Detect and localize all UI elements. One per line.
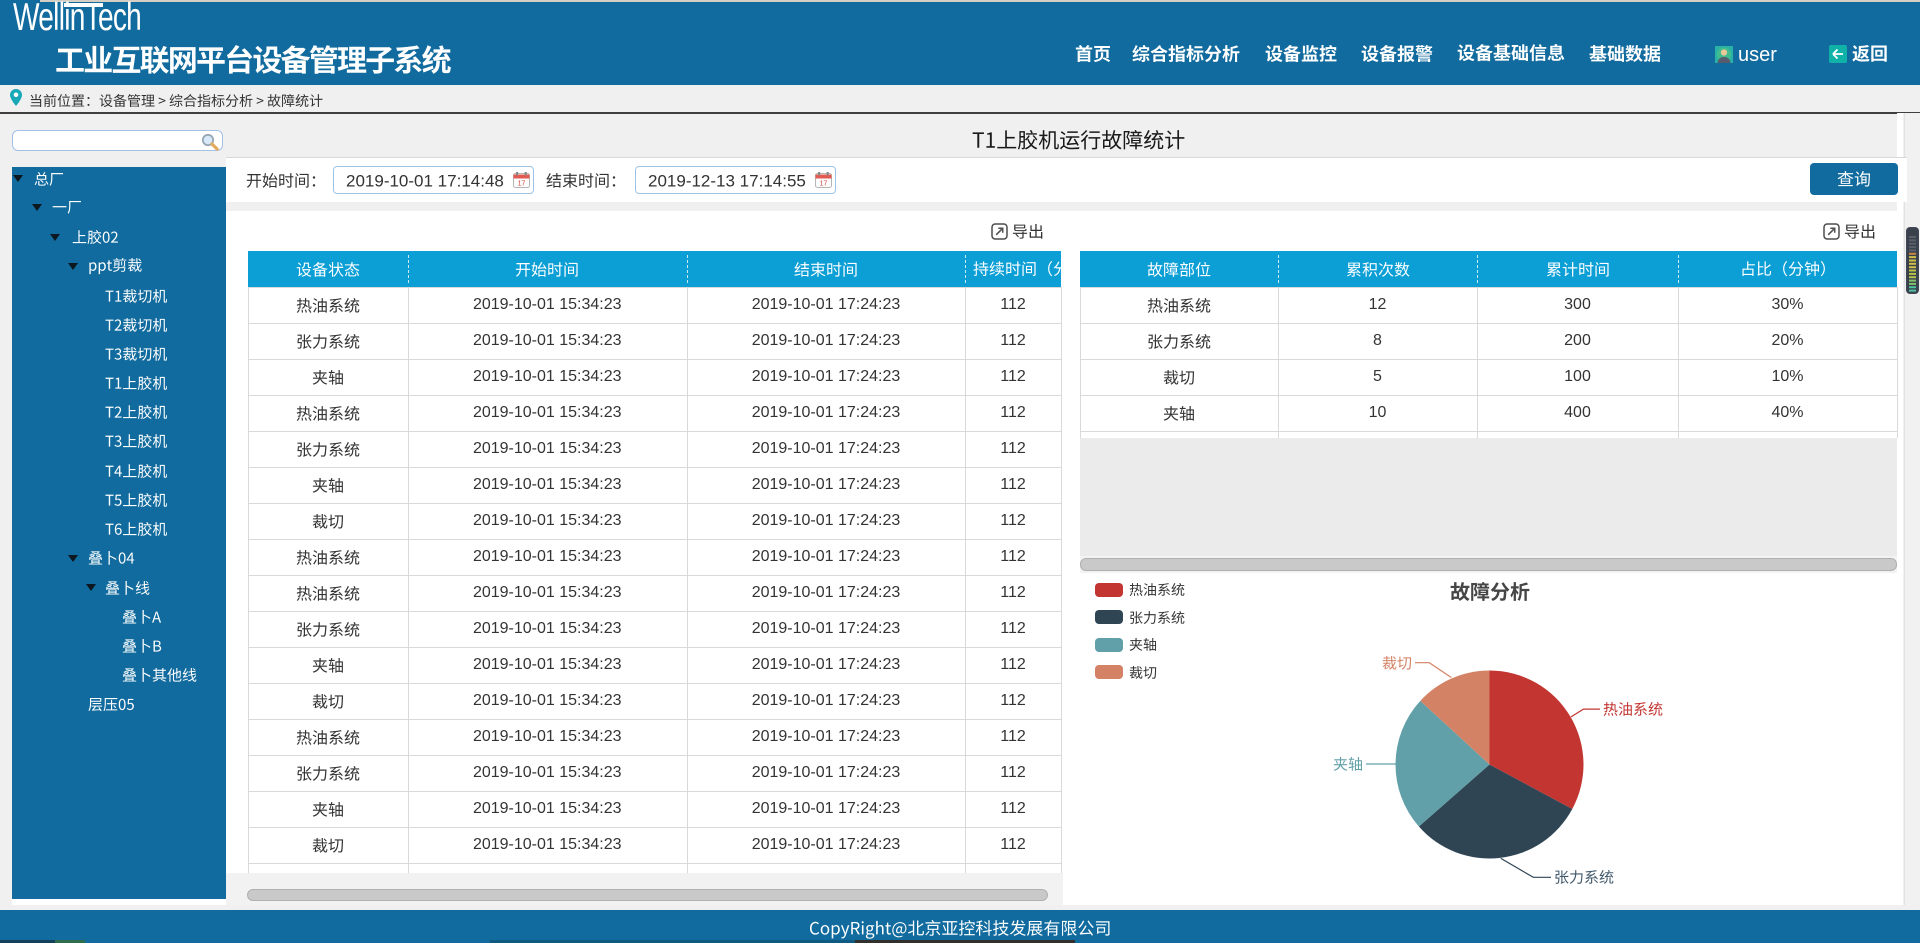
svg-text:17: 17 xyxy=(820,181,828,188)
svg-text:17: 17 xyxy=(518,181,526,188)
